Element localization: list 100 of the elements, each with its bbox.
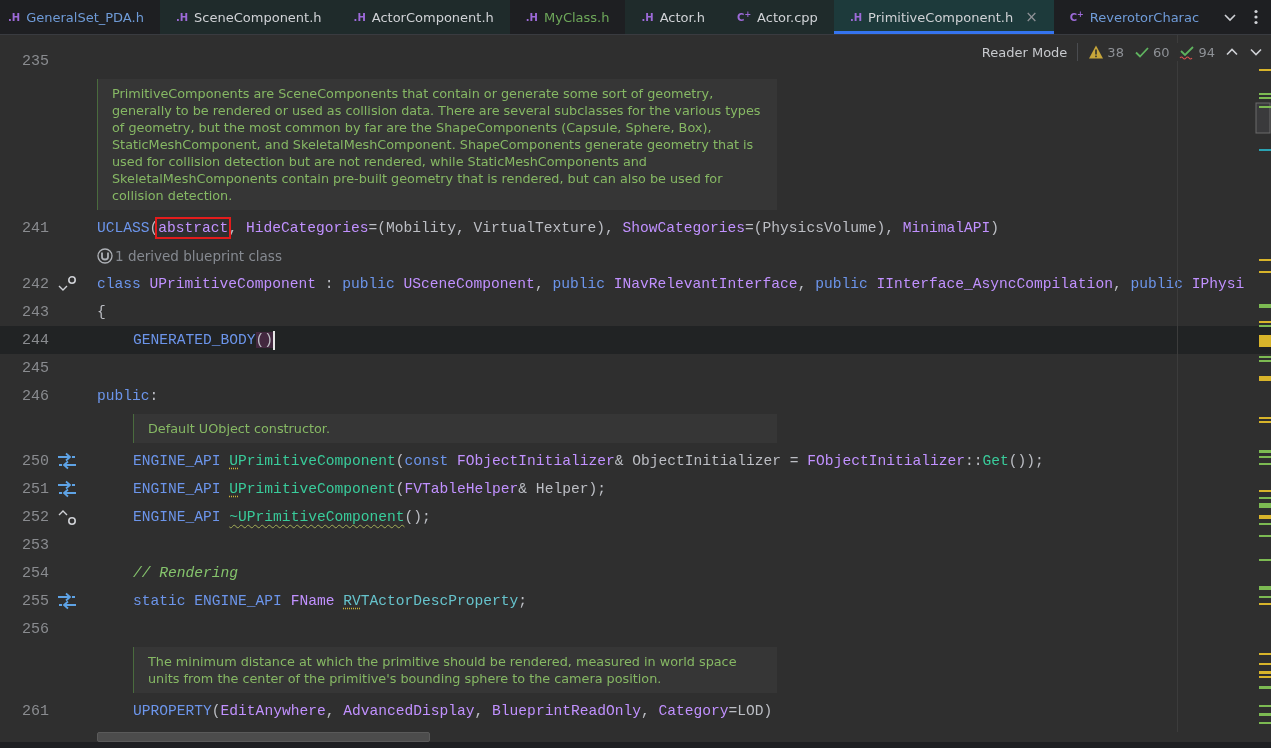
- code-token: ();: [404, 509, 431, 525]
- code-token: RV: [343, 593, 361, 609]
- passed-counter[interactable]: 60: [1133, 44, 1170, 60]
- check-icon: [1179, 44, 1196, 60]
- code-token: (: [149, 220, 159, 236]
- code-token: ): [990, 220, 1000, 236]
- file-type-label: C$^{+}$: [1069, 10, 1084, 24]
- code-token: (: [211, 703, 221, 719]
- code-token: USceneComponent: [403, 276, 535, 292]
- code-token: =(PhysicsVolume),: [745, 220, 894, 236]
- tab-title: SceneComponent.h: [194, 9, 322, 25]
- reader-mode-button[interactable]: Reader Mode: [981, 44, 1068, 60]
- tab-title: MyClass.h: [544, 9, 610, 25]
- line-number: 261: [21, 702, 49, 720]
- code-token: PrimitiveComponent: [238, 453, 396, 469]
- tab-title: PrimitiveComponent.h: [868, 9, 1014, 25]
- swap-icon[interactable]: [57, 592, 77, 610]
- code-token: FName: [290, 593, 335, 609]
- code-token: ::: [965, 453, 983, 469]
- code-token: {: [97, 304, 106, 320]
- code-token: U: [229, 453, 239, 469]
- tab-title: Actor.h: [659, 9, 706, 25]
- editor-tab[interactable]: .H Actor.h: [625, 0, 722, 34]
- code-token: ENGINE_API: [133, 509, 221, 525]
- code-token: ,: [1112, 276, 1122, 292]
- code-token: IPhysi: [1191, 276, 1245, 292]
- code-token: ,: [325, 703, 335, 719]
- file-type-label: .H: [641, 11, 654, 23]
- swap-icon[interactable]: [57, 480, 77, 498]
- code-token: HideCategories: [245, 220, 369, 236]
- line-number: 235: [21, 52, 49, 70]
- code-token: public: [815, 276, 868, 292]
- code-token: & Helper);: [518, 481, 606, 497]
- code-token: ENGINE_API: [133, 453, 221, 469]
- line-number: 243: [21, 303, 49, 321]
- unreal-logo-icon: [97, 248, 113, 264]
- code-token: UCLASS: [97, 220, 150, 236]
- line-number: 251: [21, 480, 49, 498]
- close-button[interactable]: ×: [1025, 8, 1038, 26]
- editor-tab[interactable]: .H PrimitiveComponent.h ×: [833, 0, 1054, 34]
- editor-tab[interactable]: .H ActorComponent.h: [337, 0, 510, 34]
- code-token: TActorDescProperty: [360, 593, 519, 609]
- line-number: 241: [21, 219, 49, 237]
- code-token: FObjectInitializer: [457, 453, 615, 469]
- code-token: public: [1130, 276, 1183, 292]
- code-token: (: [395, 453, 405, 469]
- code-token: public: [97, 388, 150, 404]
- line-number: 254: [21, 564, 49, 582]
- code-token: ());: [1008, 453, 1044, 469]
- editor-tab[interactable]: .H SceneComponent.h: [159, 0, 338, 34]
- line-number: 242: [21, 275, 49, 293]
- more-icon[interactable]: [1253, 9, 1259, 25]
- line-number: 255: [21, 592, 49, 610]
- code-token: ,: [534, 276, 544, 292]
- scrollbar-thumb[interactable]: [97, 732, 430, 742]
- code-token: const: [404, 453, 449, 469]
- file-type-label: .H: [353, 11, 366, 23]
- warnings-counter[interactable]: 38: [1088, 44, 1124, 60]
- tab-title: ReverotorCharac: [1089, 9, 1200, 25]
- file-type-label: .H: [525, 11, 538, 23]
- code-token: ENGINE_API: [194, 593, 282, 609]
- code-token: INavRelevantInterface: [613, 276, 798, 292]
- code-token: Get: [982, 453, 1009, 469]
- code-token: U: [229, 481, 239, 497]
- editor-tab[interactable]: C$^{+}$ Actor.cpp: [721, 0, 834, 34]
- code-token: public: [342, 276, 395, 292]
- line-number: 256: [21, 620, 49, 638]
- line-number: 253: [21, 536, 49, 554]
- code-token: MinimalAPI: [902, 220, 991, 236]
- line-number: 252: [21, 508, 49, 526]
- line-number: 246: [21, 387, 49, 405]
- fold-circle-icon[interactable]: [57, 508, 77, 526]
- code-token: abstract: [158, 220, 229, 236]
- code-token: ,: [474, 703, 484, 719]
- inlay-hint[interactable]: 1 derived blueprint class: [115, 248, 282, 264]
- line-number: 244: [21, 331, 49, 349]
- code-token: ,: [797, 276, 807, 292]
- code-token: BlueprintReadOnly: [492, 703, 641, 719]
- code-token: ENGINE_API: [133, 481, 221, 497]
- code-token: PrimitiveComponent: [238, 481, 396, 497]
- tab-title: Actor.cpp: [757, 9, 818, 25]
- file-type-label: .H: [175, 11, 189, 23]
- code-token: public: [552, 276, 605, 292]
- code-token: ~UPrimitiveComponent: [229, 509, 405, 525]
- swap-icon[interactable]: [57, 452, 77, 470]
- code-token: :: [149, 388, 159, 404]
- typos-counter[interactable]: 94: [1179, 44, 1215, 60]
- fold-circle-icon[interactable]: [57, 275, 77, 293]
- doc-text: Default UObject constructor.: [148, 420, 331, 437]
- line-number: 250: [21, 452, 49, 470]
- editor-tab[interactable]: .H GeneralSet_PDA.h: [0, 0, 160, 34]
- code-token: & ObjectInitializer =: [614, 453, 799, 469]
- editor-tab[interactable]: .H MyClass.h: [509, 0, 626, 34]
- file-type-label: .H: [849, 11, 863, 23]
- code-token: FVTableHelper: [404, 481, 519, 497]
- editor-tab[interactable]: C$^{+}$ ReverotorCharac: [1053, 0, 1216, 34]
- code-token: ShowCategories: [622, 220, 746, 236]
- code-token: Category: [658, 703, 729, 719]
- doc-text: PrimitiveComponents are SceneComponents that contain or generate some sort of geometry, generally to be rendered or used as collision data. There are several subclasses for the various types of geometry, but the most common by far are the ShapeComponents (Capsule, Sphere, Box), StaticMeshComponent, and SkeletalMeshComponent. ShapeComponents generate geometry that is used for collision detection but are not rendered, while StaticMeshComponents and SkeletalMeshComponents contain pre-built geometry that is rendered, but can also be used for collision detection.: [112, 85, 762, 204]
- tab-title: GeneralSet_PDA.h: [26, 9, 144, 25]
